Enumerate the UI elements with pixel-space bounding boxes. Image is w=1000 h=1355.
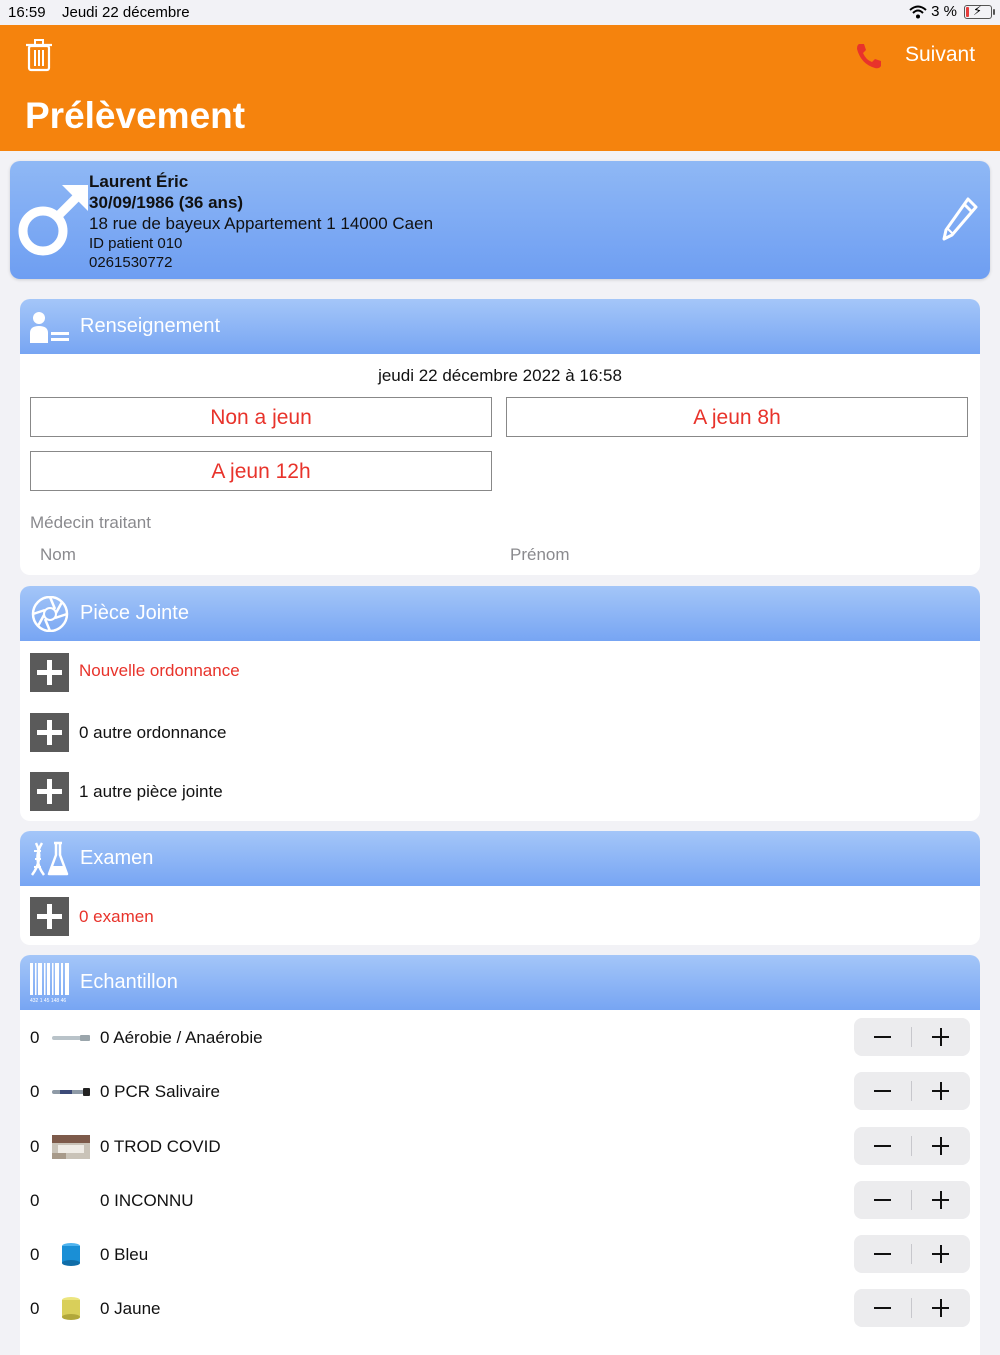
add-prescription-button[interactable] xyxy=(30,653,69,692)
sample-count: 0 xyxy=(30,1137,40,1156)
sample-header: 432 1 45 148 46 Echantillon xyxy=(20,955,980,1010)
patient-dob: 30/09/1986 (36 ans) xyxy=(89,193,244,212)
sample-stepper xyxy=(854,1072,970,1110)
other-attachment-label[interactable]: 1 autre pièce jointe xyxy=(79,782,223,802)
sample-row: 0 0 Bleu xyxy=(20,1235,980,1275)
sample-row: 0 0 PCR Salivaire xyxy=(20,1072,980,1112)
renseignement-section: Renseignement jeudi 22 décembre 2022 à 1… xyxy=(20,299,980,575)
decrement-button[interactable] xyxy=(854,1181,912,1219)
sample-title: Echantillon xyxy=(80,971,178,993)
doctor-label: Médecin traitant xyxy=(30,513,151,532)
attachment-title: Pièce Jointe xyxy=(80,602,189,624)
increment-button[interactable] xyxy=(912,1018,970,1056)
yellow-cap-tube-icon xyxy=(62,1297,80,1320)
decrement-button[interactable] xyxy=(854,1018,912,1056)
sample-stepper xyxy=(854,1181,970,1219)
sample-stepper xyxy=(854,1289,970,1327)
sample-label: 0 PCR Salivaire xyxy=(100,1082,220,1101)
sample-row: 0 0 INCONNU xyxy=(20,1181,980,1221)
fasting-12h-button[interactable]: A jeun 12h xyxy=(30,451,492,491)
blue-cap-tube-icon xyxy=(62,1243,80,1266)
exam-count-label[interactable]: 0 examen xyxy=(79,907,154,927)
sample-stepper xyxy=(854,1018,970,1056)
status-bar: 16:59 Jeudi 22 décembre 3 % ⚡ xyxy=(0,0,1000,25)
sample-count: 0 xyxy=(30,1028,40,1047)
renseignement-header: Renseignement xyxy=(20,299,980,354)
exam-header: Examen xyxy=(20,831,980,886)
trash-icon[interactable] xyxy=(24,38,54,72)
pcr-tube-icon xyxy=(52,1088,90,1096)
sample-label: 0 INCONNU xyxy=(100,1191,194,1210)
patient-name: Laurent Éric xyxy=(89,172,189,191)
exam-section: Examen 0 examen xyxy=(20,831,980,945)
increment-button[interactable] xyxy=(912,1181,970,1219)
sample-stepper xyxy=(854,1127,970,1165)
fasting-8h-button[interactable]: A jeun 8h xyxy=(506,397,968,437)
patient-address: 18 rue de bayeux Appartement 1 14000 Cae… xyxy=(89,214,434,233)
sample-label: 0 Jaune xyxy=(100,1299,161,1318)
status-time: 16:59 xyxy=(8,4,46,21)
patient-card: Laurent Éric 30/09/1986 (36 ans) 18 rue … xyxy=(10,161,990,279)
renseignement-title: Renseignement xyxy=(80,315,221,337)
barcode-digits: 432 1 45 148 46 xyxy=(30,998,66,1004)
status-date: Jeudi 22 décembre xyxy=(62,4,190,21)
trod-test-image xyxy=(52,1135,90,1159)
sample-label: 0 Bleu xyxy=(100,1245,149,1264)
sample-section: 432 1 45 148 46 Echantillon 0 0 Aérobie … xyxy=(20,955,980,1355)
increment-button[interactable] xyxy=(912,1289,970,1327)
patient-id: ID patient 010 xyxy=(89,235,183,252)
sample-row: 0 0 Aérobie / Anaérobie xyxy=(20,1018,980,1058)
sample-count: 0 xyxy=(30,1082,40,1101)
sample-count: 0 xyxy=(30,1245,40,1264)
doctor-first-name-input[interactable] xyxy=(510,545,910,565)
increment-button[interactable] xyxy=(912,1127,970,1165)
not-fasting-button[interactable]: Non a jeun xyxy=(30,397,492,437)
sample-label: 0 TROD COVID xyxy=(100,1137,221,1156)
patient-phone: 0261530772 xyxy=(89,254,173,271)
sample-row: 0 0 Jaune xyxy=(20,1289,980,1329)
new-prescription-label[interactable]: Nouvelle ordonnance xyxy=(79,661,240,681)
decrement-button[interactable] xyxy=(854,1289,912,1327)
increment-button[interactable] xyxy=(912,1235,970,1273)
attachment-header: Pièce Jointe xyxy=(20,586,980,641)
add-exam-button[interactable] xyxy=(30,897,69,936)
decrement-button[interactable] xyxy=(854,1072,912,1110)
camera-aperture-icon xyxy=(31,596,69,632)
add-other-prescription-button[interactable] xyxy=(30,713,69,752)
phone-icon[interactable] xyxy=(854,41,884,71)
add-attachment-button[interactable] xyxy=(30,772,69,811)
wifi-icon xyxy=(909,5,927,18)
dna-flask-icon xyxy=(30,841,69,876)
battery-percent: 3 % xyxy=(931,3,957,20)
sample-label: 0 Aérobie / Anaérobie xyxy=(100,1028,263,1047)
battery-icon: ⚡ xyxy=(964,3,995,19)
sample-stepper xyxy=(854,1235,970,1273)
status-right: 3 % ⚡ xyxy=(909,3,995,20)
exam-title: Examen xyxy=(80,847,154,869)
sample-row: 0 0 TROD COVID xyxy=(20,1127,980,1167)
male-gender-icon xyxy=(18,185,88,256)
other-prescription-label[interactable]: 0 autre ordonnance xyxy=(79,723,226,743)
app-header: Suivant Prélèvement xyxy=(0,25,1000,151)
page-title: Prélèvement xyxy=(25,95,246,136)
patient-info: Laurent Éric 30/09/1986 (36 ans) 18 rue … xyxy=(89,171,433,272)
sample-datetime[interactable]: jeudi 22 décembre 2022 à 16:58 xyxy=(20,366,980,386)
attachment-section: Pièce Jointe Nouvelle ordonnance 0 autre… xyxy=(20,586,980,821)
decrement-button[interactable] xyxy=(854,1235,912,1273)
barcode-icon: 432 1 45 148 46 xyxy=(30,963,69,1004)
next-button[interactable]: Suivant xyxy=(905,43,975,67)
sample-count: 0 xyxy=(30,1299,40,1318)
sample-count: 0 xyxy=(30,1191,40,1210)
person-list-icon xyxy=(30,312,69,343)
doctor-last-name-input[interactable] xyxy=(40,545,440,565)
swab-tube-icon xyxy=(52,1035,90,1041)
increment-button[interactable] xyxy=(912,1072,970,1110)
decrement-button[interactable] xyxy=(854,1127,912,1165)
pencil-icon[interactable] xyxy=(940,195,980,243)
